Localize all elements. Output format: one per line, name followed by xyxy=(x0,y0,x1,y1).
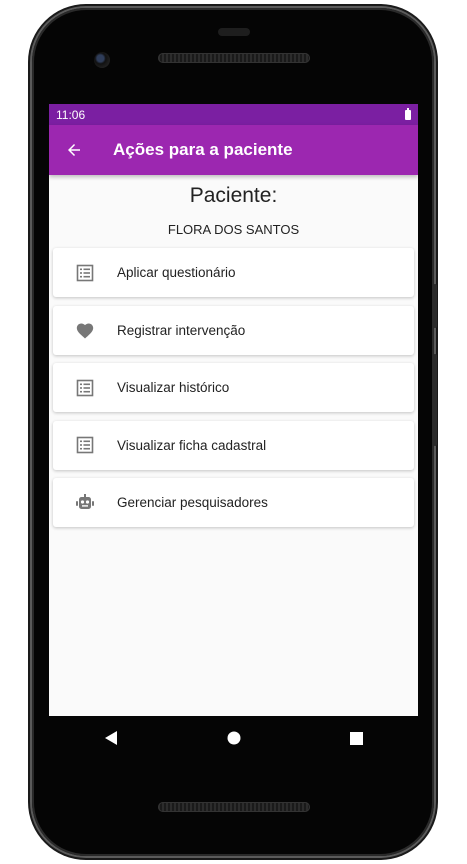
battery-icon xyxy=(405,107,411,120)
back-triangle-icon xyxy=(104,731,117,745)
action-view-registration-form[interactable]: Visualizar ficha cadastral xyxy=(53,420,414,470)
earpiece-slot xyxy=(218,28,250,36)
list-icon xyxy=(53,379,117,397)
top-speaker-grille xyxy=(158,53,310,63)
arrow-left-icon xyxy=(68,144,80,156)
actions-list: Aplicar questionário Registrar intervenç… xyxy=(49,248,418,527)
recents-square-icon xyxy=(350,731,363,745)
list-icon xyxy=(53,264,117,282)
system-nav-bar xyxy=(49,716,418,760)
heart-icon xyxy=(53,321,117,339)
page-title: Ações para a paciente xyxy=(113,140,293,159)
power-button xyxy=(433,284,437,328)
patient-name: FLORA DOS SANTOS xyxy=(167,222,300,237)
volume-button xyxy=(433,354,437,446)
action-label: Visualizar ficha cadastral xyxy=(117,437,267,453)
nav-back-button[interactable] xyxy=(91,718,131,758)
robot-icon xyxy=(53,493,117,512)
action-manage-researchers[interactable]: Gerenciar pesquisadores xyxy=(53,478,414,527)
bottom-speaker-grille xyxy=(158,802,310,812)
action-label: Aplicar questionário xyxy=(117,265,236,280)
back-arrow-button[interactable] xyxy=(49,125,99,175)
status-bar: 11:06 xyxy=(49,104,418,125)
nav-recents-button[interactable] xyxy=(337,718,377,758)
list-icon xyxy=(53,436,117,454)
app-screen: 11:06 Ações para a paciente Paciente: FL… xyxy=(49,104,418,716)
action-register-intervention[interactable]: Registrar intervenção xyxy=(53,305,414,355)
patient-heading: Paciente: xyxy=(189,184,278,207)
app-bar: Ações para a paciente xyxy=(49,125,418,175)
action-label: Gerenciar pesquisadores xyxy=(117,495,268,510)
action-label: Registrar intervenção xyxy=(117,322,246,338)
status-time: 11:06 xyxy=(56,107,86,122)
action-view-history[interactable]: Visualizar histórico xyxy=(53,363,414,412)
action-apply-questionnaire[interactable]: Aplicar questionário xyxy=(53,248,414,297)
action-label: Visualizar histórico xyxy=(117,380,230,395)
home-circle-icon xyxy=(227,731,240,745)
front-camera-icon xyxy=(94,52,110,68)
nav-home-button[interactable] xyxy=(214,718,254,758)
